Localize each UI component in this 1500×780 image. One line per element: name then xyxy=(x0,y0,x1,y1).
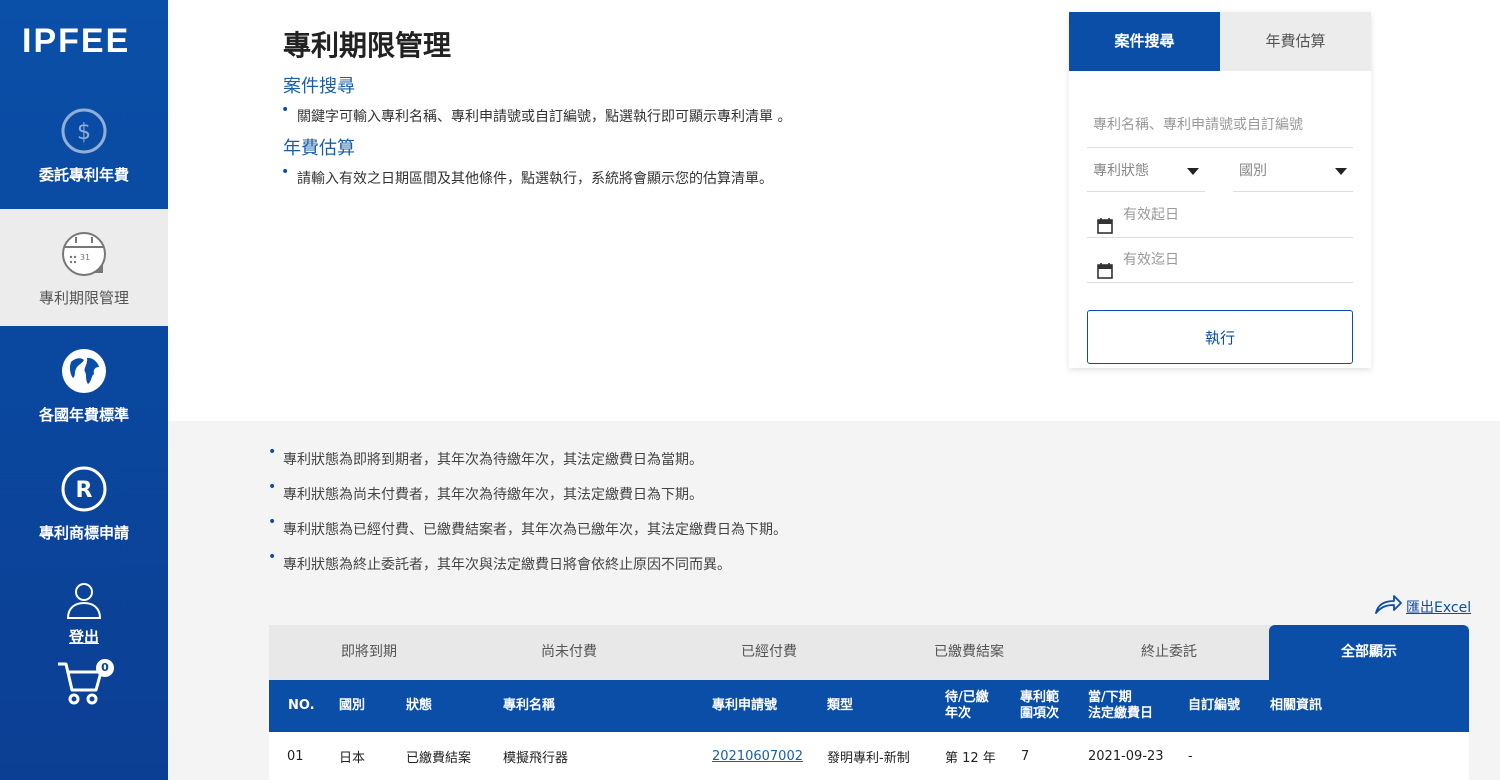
column-header-application-no: 專利申請號 xyxy=(712,698,778,713)
tab-fee-estimate[interactable]: 年費估算 xyxy=(1220,12,1371,71)
column-header-custom-no: 自訂編號 xyxy=(1188,698,1241,713)
share-arrow-icon xyxy=(1374,595,1406,619)
sidebar-item-logout[interactable]: 登出 xyxy=(0,580,168,647)
start-date-field[interactable]: 有效起日 xyxy=(1087,193,1353,238)
section-bullet-search: 關鍵字可輸入專利名稱、專利申請號或自訂編號，點選執行即可顯示專利清單 。 xyxy=(281,102,791,126)
sidebar-item-trademark[interactable]: R 專利商標申請 xyxy=(0,466,168,543)
logo[interactable]: IPFEE xyxy=(22,22,130,61)
registered-icon: R xyxy=(0,466,168,516)
tab-expiring[interactable]: 即將到期 xyxy=(269,625,469,680)
sidebar-item-deadline[interactable]: 31 專利期限管理 xyxy=(0,209,168,326)
export-excel-label: 匯出Excel xyxy=(1406,600,1472,616)
cell-status: 已繳費結案 xyxy=(406,750,472,766)
column-header-claims: 專利範 圍項次 xyxy=(1020,690,1060,721)
start-date-placeholder: 有效起日 xyxy=(1123,207,1179,223)
execute-button[interactable]: 執行 xyxy=(1087,310,1353,364)
column-header-no: NO. xyxy=(288,698,315,713)
table-header: NO. 國別 狀態 專利名稱 專利申請號 類型 待/已繳 年次 專利範 圍項次 … xyxy=(269,680,1469,732)
sidebar-item-label: 專利期限管理 xyxy=(38,289,129,307)
sidebar-item-label: 各國年費標準 xyxy=(38,406,129,424)
column-header-year: 待/已繳 年次 xyxy=(945,690,989,721)
cell-no: 01 xyxy=(287,748,304,764)
cell-country: 日本 xyxy=(339,750,366,766)
cell-claims: 7 xyxy=(1021,748,1030,764)
note-item: 專利狀態為終止委託者，其年次與法定繳費日將會依終止原因不同而異。 xyxy=(268,549,731,574)
tab-paid-closed[interactable]: 已繳費結案 xyxy=(869,625,1069,680)
section-heading-search: 案件搜尋 xyxy=(283,76,355,97)
column-header-status: 狀態 xyxy=(406,698,433,713)
tab-unpaid[interactable]: 尚未付費 xyxy=(469,625,669,680)
tab-paid[interactable]: 已經付費 xyxy=(669,625,869,680)
end-date-placeholder: 有效迄日 xyxy=(1123,252,1179,268)
country-value: 國別 xyxy=(1239,163,1267,179)
svg-text:R: R xyxy=(76,478,93,503)
sidebar-item-label: 專利商標申請 xyxy=(38,524,129,542)
svg-text:31: 31 xyxy=(80,253,90,262)
page-title: 專利期限管理 xyxy=(283,29,452,62)
sidebar: IPFEE $ 委託專利年費 31 專利期限管理 各國年費標準 R 專利商標申請… xyxy=(0,0,168,780)
sidebar-item-label: 委託專利年費 xyxy=(38,166,129,184)
globe-icon xyxy=(0,348,168,398)
chevron-down-icon xyxy=(1335,168,1347,175)
tab-show-all[interactable]: 全部顯示 xyxy=(1269,625,1469,680)
column-header-country: 國別 xyxy=(339,698,366,713)
tab-terminated[interactable]: 終止委託 xyxy=(1069,625,1269,680)
sidebar-item-standards[interactable]: 各國年費標準 xyxy=(0,348,168,425)
export-excel-link[interactable]: 匯出Excel xyxy=(1374,595,1471,619)
cell-custom-no: - xyxy=(1188,748,1193,764)
section-heading-estimate: 年費估算 xyxy=(283,138,355,159)
cell-application-no: 20210607002 xyxy=(712,732,803,780)
column-header-patent-name: 專利名稱 xyxy=(503,698,556,713)
cell-type: 發明專利-新制 xyxy=(827,750,910,766)
tab-case-search[interactable]: 案件搜尋 xyxy=(1069,12,1220,71)
svg-text:$: $ xyxy=(77,120,91,145)
application-no-link[interactable]: 20210607002 xyxy=(712,749,803,764)
calendar-icon: 31 xyxy=(0,231,168,281)
column-header-due-date: 當/下期 法定繳費日 xyxy=(1088,690,1154,721)
note-item: 專利狀態為即將到期者，其年次為待繳年次，其法定繳費日為當期。 xyxy=(268,444,703,469)
note-item: 專利狀態為已經付費、已繳費結案者，其年次為已繳年次，其法定繳費日為下期。 xyxy=(268,514,787,539)
column-header-related-info: 相關資訊 xyxy=(1270,698,1323,713)
chevron-down-icon xyxy=(1187,168,1199,175)
table-row: 01 日本 已繳費結案 模擬飛行器 20210607002 發明專利-新制 第 … xyxy=(269,732,1469,780)
status-tabs: 即將到期 尚未付費 已經付費 已繳費結案 終止委託 全部顯示 xyxy=(269,625,1469,680)
patent-status-select[interactable]: 專利狀態 xyxy=(1087,150,1205,192)
end-date-field[interactable]: 有效迄日 xyxy=(1087,238,1353,283)
cell-due-date: 2021-09-23 xyxy=(1088,748,1164,764)
results-section: 專利狀態為即將到期者，其年次為待繳年次，其法定繳費日為當期。 專利狀態為尚未付費… xyxy=(168,421,1500,780)
patent-status-value: 專利狀態 xyxy=(1093,163,1149,179)
column-header-type: 類型 xyxy=(827,698,854,713)
cell-year: 第 12 年 xyxy=(945,750,996,766)
sidebar-item-label: 登出 xyxy=(68,628,99,646)
dollar-icon: $ xyxy=(0,108,168,158)
cart-count-badge: 0 xyxy=(96,659,114,677)
keyword-input[interactable] xyxy=(1087,102,1353,148)
note-item: 專利狀態為尚未付費者，其年次為待繳年次，其法定繳費日為下期。 xyxy=(268,479,703,504)
section-bullet-estimate: 請輸入有效之日期區間及其他條件，點選執行，系統將會顯示您的估算清單。 xyxy=(281,164,773,188)
sidebar-item-patent-fee[interactable]: $ 委託專利年費 xyxy=(0,108,168,208)
search-panel: 案件搜尋 年費估算 專利狀態 國別 有效起日 有效迄日 執行 xyxy=(1069,12,1371,368)
country-select[interactable]: 國別 xyxy=(1233,150,1353,192)
calendar-icon xyxy=(1097,253,1113,298)
user-icon xyxy=(0,580,168,624)
cell-patent-name: 模擬飛行器 xyxy=(503,750,569,766)
